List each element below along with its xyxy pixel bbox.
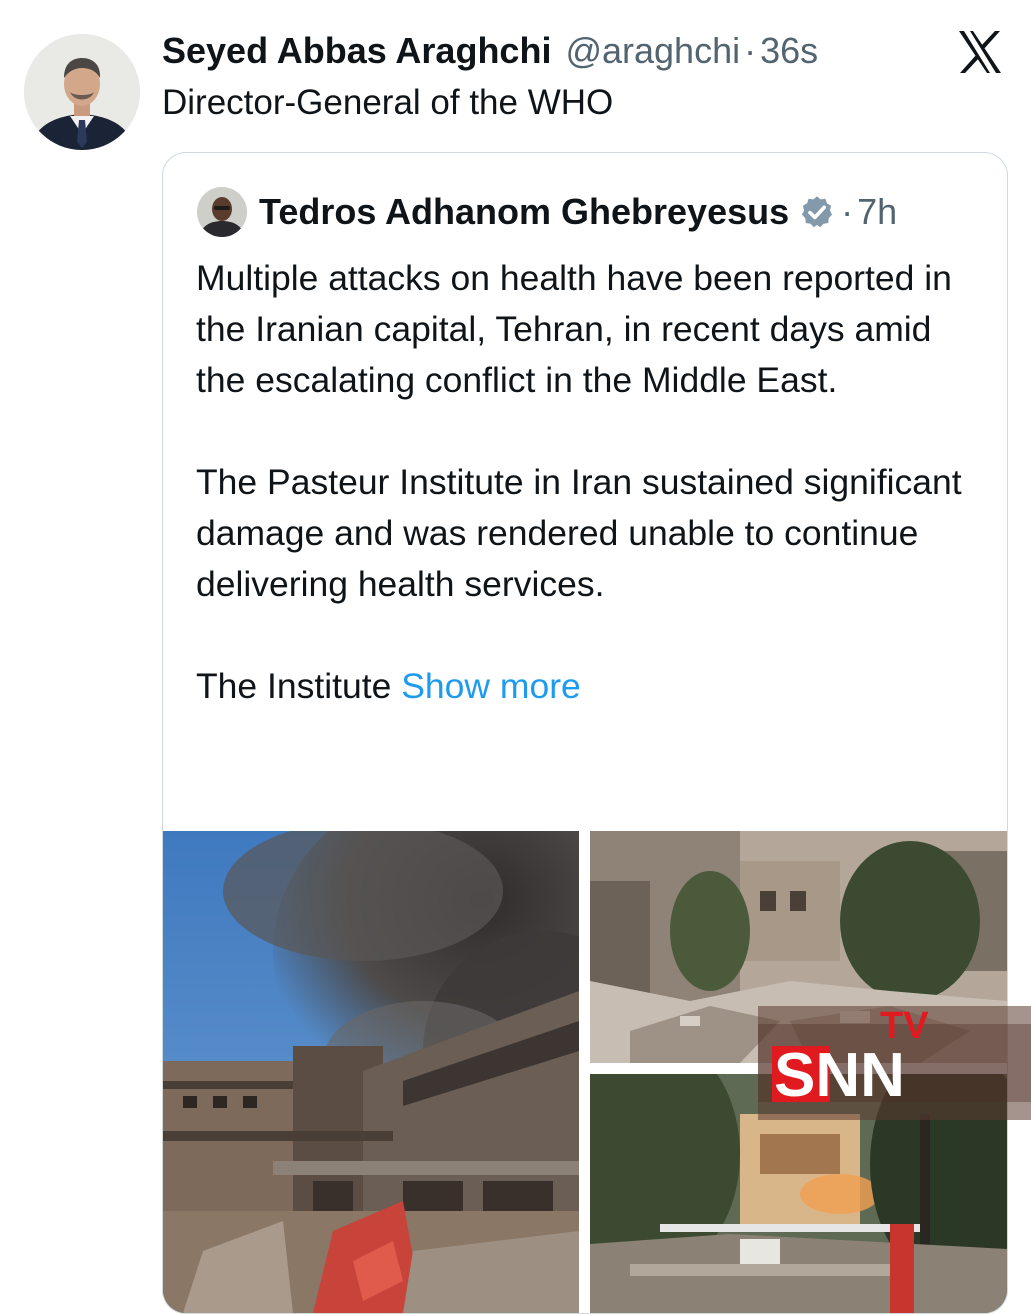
quoted-paragraph-1: Multiple attacks on health have been rep… [196, 258, 952, 400]
author-name[interactable]: Seyed Abbas Araghchi [162, 28, 551, 74]
media-photo-1[interactable] [163, 831, 579, 1313]
tweet-text: Director-General of the WHO [162, 83, 614, 122]
separator-dot: · [744, 30, 757, 71]
quoted-author-avatar[interactable] [197, 187, 247, 237]
author-avatar[interactable] [24, 34, 140, 150]
quoted-author-row: Tedros Adhanom Ghebreyesus · 7h [259, 189, 897, 235]
tweet-timestamp[interactable]: 36s [760, 28, 818, 74]
quoted-paragraph-3: The Institute Show more [196, 661, 976, 712]
show-more-link[interactable]: Show more [401, 666, 581, 706]
quoted-paragraph-2: The Pasteur Institute in Iran sustained … [196, 462, 962, 604]
separator-dot: · [841, 191, 854, 232]
author-row: Seyed Abbas Araghchi @araghchi · 36s [162, 28, 818, 74]
quoted-tweet-timestamp[interactable]: 7h [857, 191, 897, 233]
quoted-tweet-text: Multiple attacks on health have been rep… [196, 253, 976, 712]
quoted-tweet-card[interactable]: Tedros Adhanom Ghebreyesus · 7h Multiple… [162, 152, 1008, 1314]
quoted-author-name[interactable]: Tedros Adhanom Ghebreyesus [259, 191, 789, 233]
truncated-text: The Institute [196, 666, 392, 706]
snn-tv-watermark-logo: TV SNN [758, 1005, 1031, 1120]
author-handle[interactable]: @araghchi [565, 28, 740, 74]
watermark-brand: SNN [774, 1041, 905, 1110]
x-logo-icon[interactable] [956, 28, 1004, 76]
verified-badge-icon [802, 196, 833, 228]
